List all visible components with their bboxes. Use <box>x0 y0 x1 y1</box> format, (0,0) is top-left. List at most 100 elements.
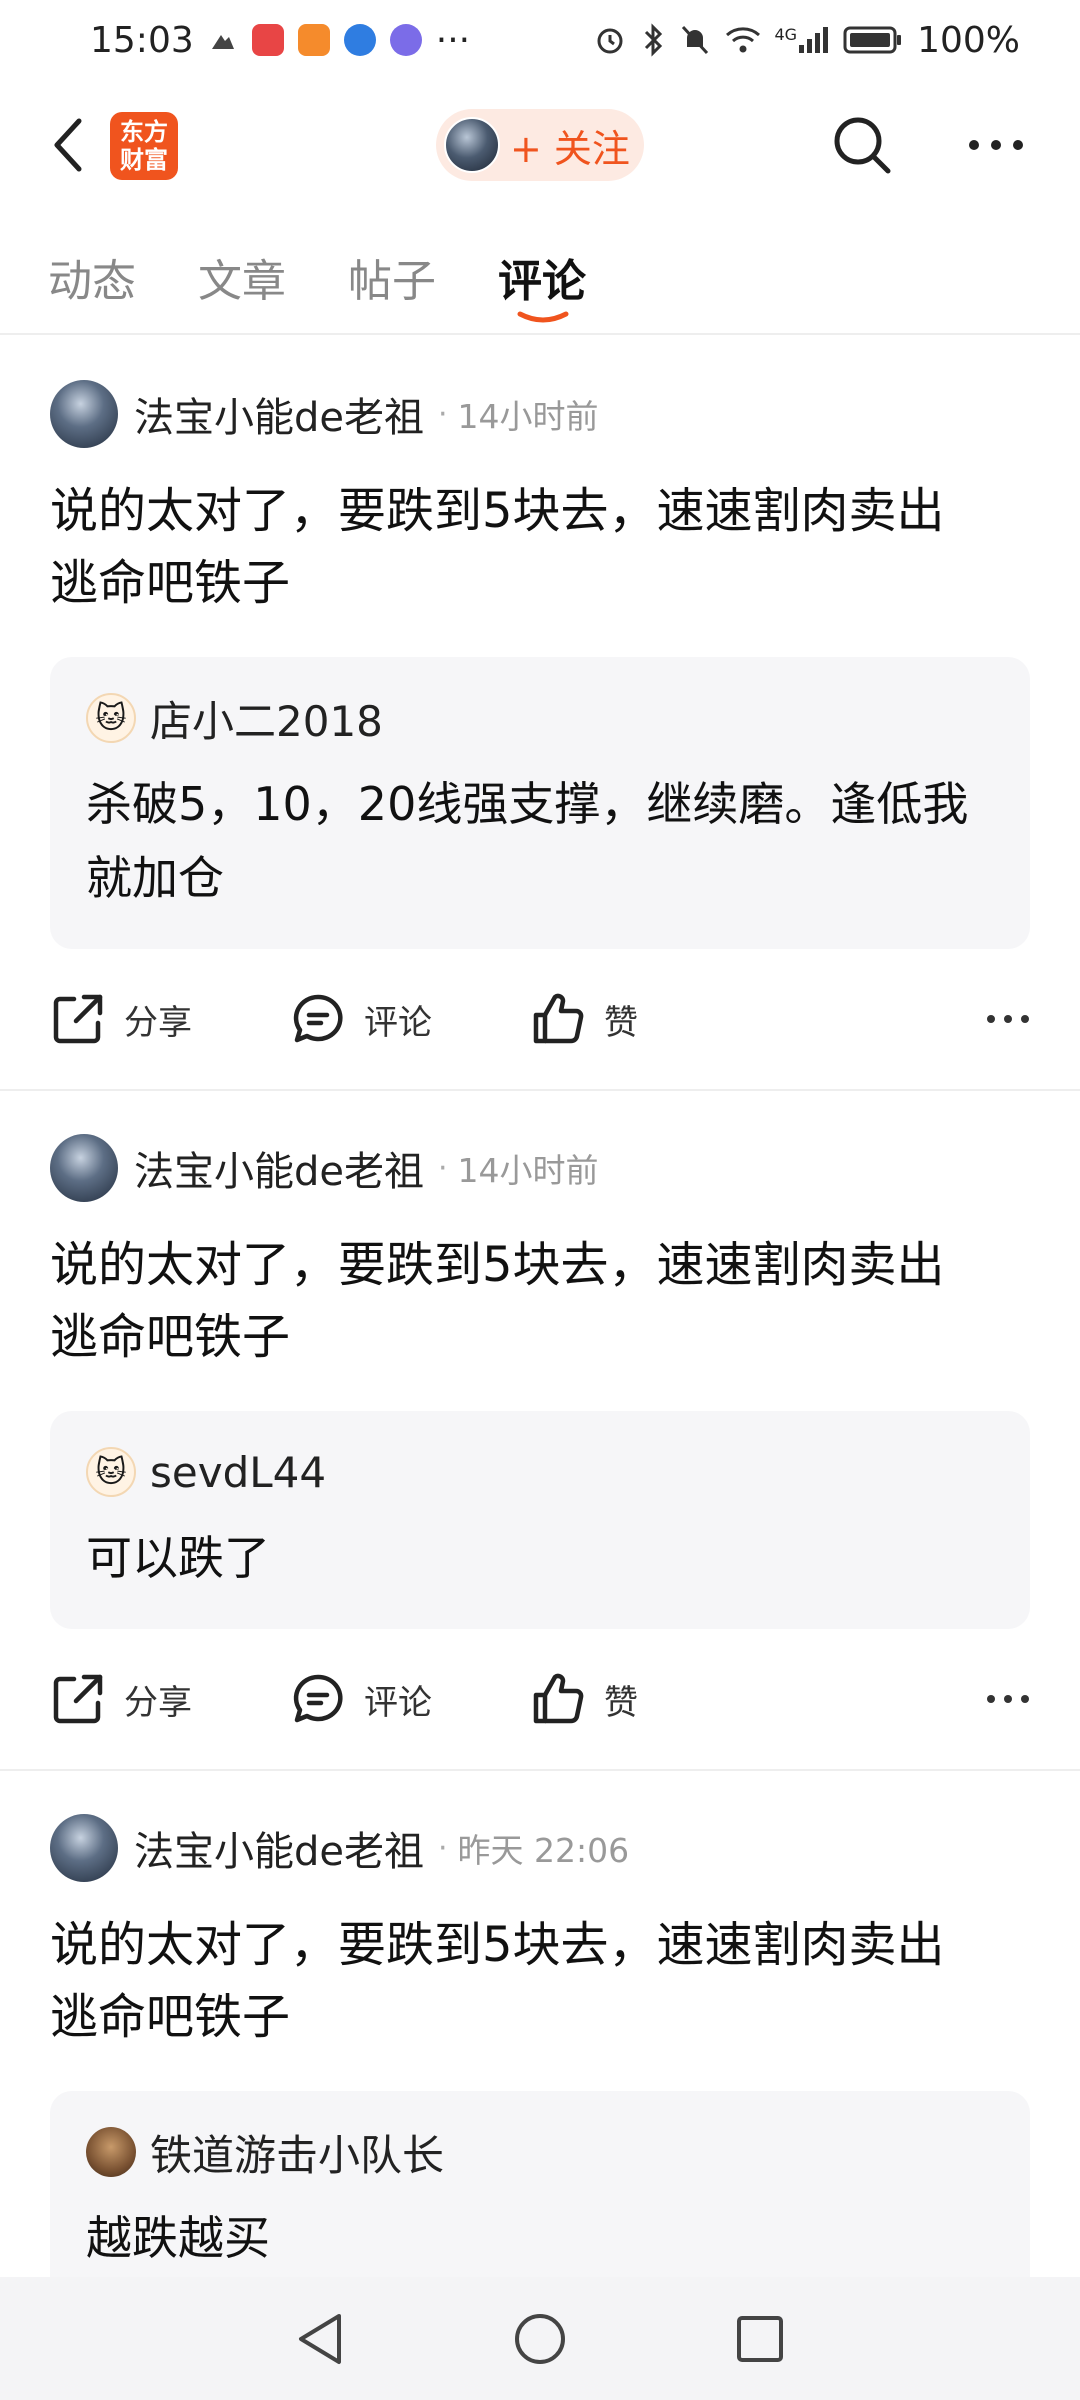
avatar[interactable] <box>50 380 118 448</box>
author-name[interactable]: 法宝小能de老祖 <box>134 1139 424 1197</box>
comment-author-row: 法宝小能de老祖 · 昨天 22:06 <box>50 1771 1030 1905</box>
tab-dynamics[interactable]: 动态 <box>48 245 136 309</box>
quoted-author-name[interactable]: 铁道游击小队长 <box>150 2122 444 2183</box>
separator-dot: · <box>438 1150 448 1186</box>
bluetooth-icon <box>641 23 665 57</box>
brand-logo: 东方 财富 <box>110 112 178 180</box>
share-label: 分享 <box>124 1682 192 1723</box>
comment-text-line: 说的太对了，要跌到5块去，速速割肉卖出 <box>50 483 945 539</box>
share-button[interactable]: 分享 <box>50 1671 192 1727</box>
tab-comments[interactable]: 评论 <box>498 245 586 309</box>
comment-icon <box>293 1674 343 1723</box>
nav-home-button[interactable] <box>505 2304 575 2374</box>
comment-label: 评论 <box>364 1002 432 1043</box>
post-time: 昨天 22:06 <box>457 1831 630 1870</box>
active-tab-indicator <box>517 311 569 323</box>
quoted-author-name[interactable]: 店小二2018 <box>150 688 383 749</box>
comment-text[interactable]: 说的太对了，要跌到5块去，速速割肉卖出 逃命吧铁子 <box>50 1909 1030 2053</box>
quoted-text-line: 可以跌了 <box>86 1531 270 1585</box>
comment-text[interactable]: 说的太对了，要跌到5块去，速速割肉卖出 逃命吧铁子 <box>50 1229 1030 1373</box>
like-button[interactable]: 赞 <box>530 991 638 1047</box>
battery-icon <box>843 25 903 55</box>
status-left: 15:03 ··· <box>90 20 470 61</box>
comment-text-line: 逃命吧铁子 <box>50 555 291 611</box>
thumbs-up-icon <box>533 1673 584 1724</box>
quoted-author-name[interactable]: sevdL44 <box>150 1448 326 1497</box>
follow-button[interactable]: + 关注 <box>436 109 644 181</box>
separator-dot: · <box>438 1830 448 1866</box>
comment-text-line: 逃命吧铁子 <box>50 1309 291 1365</box>
avatar[interactable] <box>50 1134 118 1202</box>
quoted-avatar: 🐱 <box>86 1447 136 1497</box>
status-bar: 15:03 ··· 4G 100% <box>0 0 1080 80</box>
notification-icon <box>208 25 238 55</box>
nav-back-button[interactable] <box>285 2304 355 2374</box>
more-options-button[interactable] <box>960 109 1032 181</box>
comment-text-line: 说的太对了，要跌到5块去，速速割肉卖出 <box>50 1917 945 1973</box>
back-triangle-icon <box>299 2313 341 2364</box>
wifi-icon <box>725 25 761 55</box>
quoted-text: 可以跌了 <box>86 1521 994 1595</box>
comment-text[interactable]: 说的太对了，要跌到5块去，速速割肉卖出 逃命吧铁子 <box>50 475 1030 619</box>
quoted-text-line: 越跌越买 <box>86 2211 270 2265</box>
post-time: 14小时前 <box>457 397 599 436</box>
quoted-post[interactable]: 🐱 店小二2018 杀破5，10，20线强支撑，继续磨。逢低我 就加仓 <box>50 657 1030 949</box>
comment-card: 法宝小能de老祖 · 14小时前 说的太对了，要跌到5块去，速速割肉卖出 逃命吧… <box>0 1091 1080 1771</box>
quoted-text-line: 杀破5，10，20线强支撑，继续磨。逢低我 <box>86 777 969 831</box>
search-button[interactable] <box>826 109 898 181</box>
quoted-author-row: 铁道游击小队长 <box>86 2117 994 2187</box>
like-button[interactable]: 赞 <box>530 1671 638 1727</box>
share-label: 分享 <box>124 1002 192 1043</box>
more-horizontal-icon <box>987 1695 1029 1703</box>
system-nav-bar <box>0 2277 1080 2400</box>
quoted-text: 越跌越买 <box>86 2201 994 2275</box>
tab-posts[interactable]: 帖子 <box>348 245 436 309</box>
quoted-author-row: 🐱 sevdL44 <box>86 1437 994 1507</box>
like-label: 赞 <box>604 1682 638 1723</box>
chevron-left-icon <box>54 118 82 172</box>
quoted-post[interactable]: 铁道游击小队长 越跌越买 <box>50 2091 1030 2277</box>
profile-tabs: 动态 文章 帖子 评论 <box>0 235 1080 335</box>
author-name[interactable]: 法宝小能de老祖 <box>134 385 424 443</box>
app-icon-red <box>251 24 284 56</box>
signal-icon: 4G <box>775 25 830 55</box>
comment-card: 法宝小能de老祖 · 14小时前 说的太对了，要跌到5块去，速速割肉卖出 逃命吧… <box>0 337 1080 1091</box>
share-button[interactable]: 分享 <box>50 991 192 1047</box>
share-icon <box>53 994 103 1044</box>
comment-more-button[interactable] <box>986 1694 1030 1704</box>
more-horizontal-icon <box>987 1015 1029 1023</box>
app-icon-blue <box>343 24 376 56</box>
search-icon <box>834 117 891 174</box>
quoted-avatar: 🐱 <box>86 693 136 743</box>
comment-author-row: 法宝小能de老祖 · 14小时前 <box>50 1091 1030 1225</box>
comment-more-button[interactable] <box>986 1014 1030 1024</box>
nav-recents-button[interactable] <box>725 2304 795 2374</box>
recents-square-icon <box>737 2315 783 2362</box>
more-notifications-icon: ··· <box>435 19 471 61</box>
comment-button[interactable]: 评论 <box>290 991 432 1047</box>
quoted-text: 杀破5，10，20线强支撑，继续磨。逢低我 就加仓 <box>86 767 994 915</box>
post-time: 14小时前 <box>457 1151 599 1190</box>
more-horizontal-icon <box>969 140 1023 150</box>
battery-percent: 100% <box>917 19 1020 61</box>
comment-author-row: 法宝小能de老祖 · 14小时前 <box>50 337 1030 471</box>
author-name[interactable]: 法宝小能de老祖 <box>134 1819 424 1877</box>
share-icon <box>53 1674 103 1724</box>
action-bar: 分享 评论 赞 <box>50 949 1030 1089</box>
comment-button[interactable]: 评论 <box>290 1671 432 1727</box>
status-right: 4G 100% <box>593 19 1020 61</box>
thumbs-up-icon <box>533 993 584 1044</box>
comment-label: 评论 <box>364 1682 432 1723</box>
comment-feed: 法宝小能de老祖 · 14小时前 说的太对了，要跌到5块去，速速割肉卖出 逃命吧… <box>0 337 1080 2277</box>
alarm-icon <box>593 23 627 57</box>
avatar[interactable] <box>50 1814 118 1882</box>
back-button[interactable] <box>40 115 96 175</box>
action-bar: 分享 评论 赞 <box>50 1629 1030 1769</box>
app-icon-orange <box>297 24 330 56</box>
followed-user-avatar <box>444 117 500 173</box>
quoted-post[interactable]: 🐱 sevdL44 可以跌了 <box>50 1411 1030 1629</box>
comment-card: 法宝小能de老祖 · 昨天 22:06 说的太对了，要跌到5块去，速速割肉卖出 … <box>0 1771 1080 2277</box>
status-time: 15:03 <box>90 19 194 61</box>
tab-articles[interactable]: 文章 <box>198 245 286 309</box>
comment-text-line: 逃命吧铁子 <box>50 1989 291 2045</box>
